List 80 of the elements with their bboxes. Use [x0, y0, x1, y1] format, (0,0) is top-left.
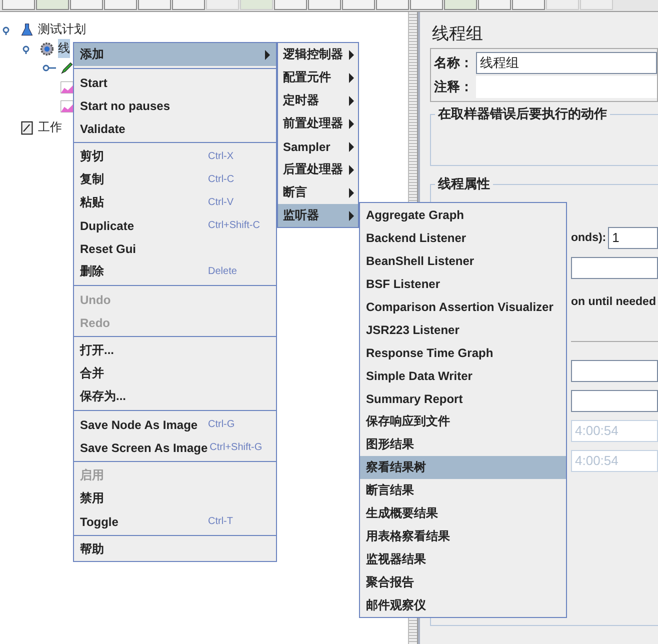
menu-item[interactable]: 生成概要结果	[360, 502, 566, 525]
menu-item[interactable]: 察看结果树	[360, 456, 566, 479]
toolbar-button[interactable]	[444, 0, 477, 10]
menu-item[interactable]: 删除 Delete	[74, 260, 276, 283]
toolbar-button[interactable]	[104, 0, 137, 10]
menu-item[interactable]: Comparison Assertion Visualizer	[360, 295, 566, 318]
menu-item[interactable]: Aggregate Graph	[360, 203, 566, 226]
menu-item[interactable]: Validate	[74, 117, 276, 140]
menu-item[interactable]: JSR223 Listener	[360, 318, 566, 341]
expand-handle[interactable]	[42, 62, 56, 72]
menu-item[interactable]: 图形结果	[360, 433, 566, 456]
gear-icon	[40, 40, 54, 56]
toolbar-button[interactable]	[478, 0, 511, 10]
toolbar-button[interactable]	[512, 0, 545, 10]
chart-icon	[60, 78, 74, 94]
menu-item[interactable]: Sampler	[278, 135, 358, 158]
menu-item[interactable]: 复制 Ctrl-C	[74, 168, 276, 191]
menu-item[interactable]: 前置处理器	[278, 112, 358, 135]
menu-item[interactable]: 监听器	[278, 204, 358, 227]
menu-item[interactable]: 断言	[278, 181, 358, 204]
menu-item[interactable]: Response Time Graph	[360, 341, 566, 364]
menu-item[interactable]: 保存为...	[74, 385, 276, 408]
menu-item[interactable]: 禁用	[74, 487, 276, 510]
comment-field[interactable]	[476, 76, 657, 98]
menu-item[interactable]: 监视器结果	[360, 548, 566, 571]
toolbar-button[interactable]	[172, 0, 205, 10]
input-field[interactable]	[571, 360, 658, 382]
toolbar-button[interactable]	[36, 0, 69, 10]
menu-item[interactable]: 断言结果	[360, 479, 566, 502]
field-label: 注释：	[434, 78, 474, 96]
menu-item[interactable]: 用表格察看结果	[360, 525, 566, 548]
toolbar-button[interactable]	[138, 0, 171, 10]
toolbar-button[interactable]	[2, 0, 35, 10]
tree-item[interactable]: 测试计划	[38, 20, 86, 39]
menu-item[interactable]: BSF Listener	[360, 272, 566, 295]
menu-item[interactable]: 打开...	[74, 339, 276, 362]
menu-item[interactable]: Reset Gui	[74, 237, 276, 260]
menu-item[interactable]: 剪切 Ctrl-X	[74, 145, 276, 168]
toolbar-button[interactable]	[308, 0, 341, 10]
chart-icon	[60, 98, 74, 114]
menu-item[interactable]: Simple Data Writer	[360, 364, 566, 387]
menu-item[interactable]: 添加	[74, 43, 276, 66]
tree-item[interactable]: 线	[58, 39, 70, 58]
input-field[interactable]: 1	[608, 227, 658, 249]
menu-item[interactable]: 粘贴 Ctrl-V	[74, 191, 276, 214]
menu-item[interactable]: Start no pauses	[74, 94, 276, 117]
flask-icon	[20, 22, 34, 38]
menu-item[interactable]: Start	[74, 71, 276, 94]
option-label: on until needed	[571, 296, 656, 308]
toolbar-button[interactable]	[70, 0, 103, 10]
menu-item[interactable]: 定时器	[278, 89, 358, 112]
menu-item[interactable]: 合并	[74, 362, 276, 385]
menu-item[interactable]: Duplicate Ctrl+Shift-C	[74, 214, 276, 237]
toolbar-button[interactable]	[410, 0, 443, 10]
menu-item[interactable]: 逻辑控制器	[278, 43, 358, 66]
toolbar-button[interactable]	[274, 0, 307, 10]
input-field[interactable]	[571, 390, 658, 412]
menu-item[interactable]: 保存响应到文件	[360, 410, 566, 433]
field-label: onds):	[571, 232, 606, 244]
menu-item[interactable]: Summary Report	[360, 387, 566, 410]
field-label: 名称：	[434, 54, 474, 72]
panel-title: 线程组	[431, 23, 484, 45]
menu-item[interactable]: 后置处理器	[278, 158, 358, 181]
menu-item[interactable]: 邮件观察仪	[360, 594, 566, 617]
tree-item[interactable]: 工作	[38, 118, 62, 137]
menu-item[interactable]: 聚合报告	[360, 571, 566, 594]
menu-item[interactable]: Backend Listener	[360, 226, 566, 249]
menu-item[interactable]: BeanShell Listener	[360, 249, 566, 272]
input-field[interactable]	[571, 257, 658, 279]
menu-item[interactable]: 配置元件	[278, 66, 358, 89]
notebook-icon	[20, 120, 34, 136]
menu-item[interactable]: Save Screen As Image Ctrl+Shift-G	[74, 436, 276, 459]
toolbar-button[interactable]	[376, 0, 409, 10]
group-title: 线程属性	[435, 175, 493, 193]
menu-item[interactable]: Toggle Ctrl-T	[74, 510, 276, 533]
toolbar-button[interactable]	[342, 0, 375, 10]
menu-item[interactable]: Save Node As Image Ctrl-G	[74, 413, 276, 436]
group-title: 在取样器错误后要执行的动作	[435, 105, 610, 123]
menu-item[interactable]: 帮助	[74, 538, 276, 561]
name-field[interactable]: 线程组	[476, 52, 657, 74]
